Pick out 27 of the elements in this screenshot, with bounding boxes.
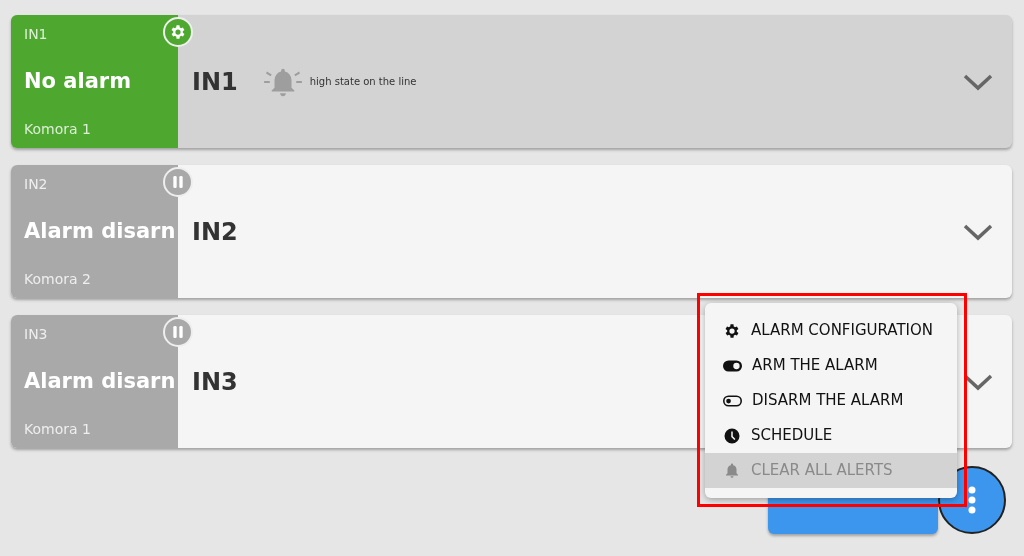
clock-icon (723, 426, 741, 445)
bell-icon (723, 461, 741, 480)
input-card[interactable]: IN1 No alarm Komora 1 IN1 high state on the line (11, 15, 1012, 148)
toggle-on-icon (723, 359, 742, 372)
menu-item[interactable]: ARM THE ALARM (705, 348, 957, 383)
input-name: IN1 (192, 66, 238, 98)
zone-label: Komora 1 (24, 422, 92, 436)
input-code: IN3 (24, 327, 49, 341)
alert-text: high state on the line (309, 75, 417, 89)
input-code: IN1 (24, 27, 49, 41)
menu-item[interactable]: ALARM CONFIGURATION (705, 313, 957, 348)
settings-badge[interactable] (163, 17, 193, 47)
input-card[interactable]: IN2 Alarm disarn Komora 2 IN2 (11, 165, 1012, 298)
status-text: Alarm disarn (24, 221, 177, 242)
input-name: IN3 (192, 366, 238, 398)
pause-badge[interactable] (163, 317, 193, 347)
more-vertical-icon (968, 486, 976, 514)
toggle-off-icon (723, 394, 742, 407)
status-text: No alarm (24, 71, 133, 92)
pause-badge[interactable] (163, 167, 193, 197)
input-name: IN2 (192, 216, 238, 248)
zone-label: Komora 2 (24, 272, 92, 286)
menu-item[interactable]: DISARM THE ALARM (705, 383, 957, 418)
status-text: Alarm disarn (24, 371, 177, 392)
zone-label: Komora 1 (24, 122, 92, 136)
gear-icon (723, 321, 741, 340)
input-code: IN2 (24, 177, 49, 191)
